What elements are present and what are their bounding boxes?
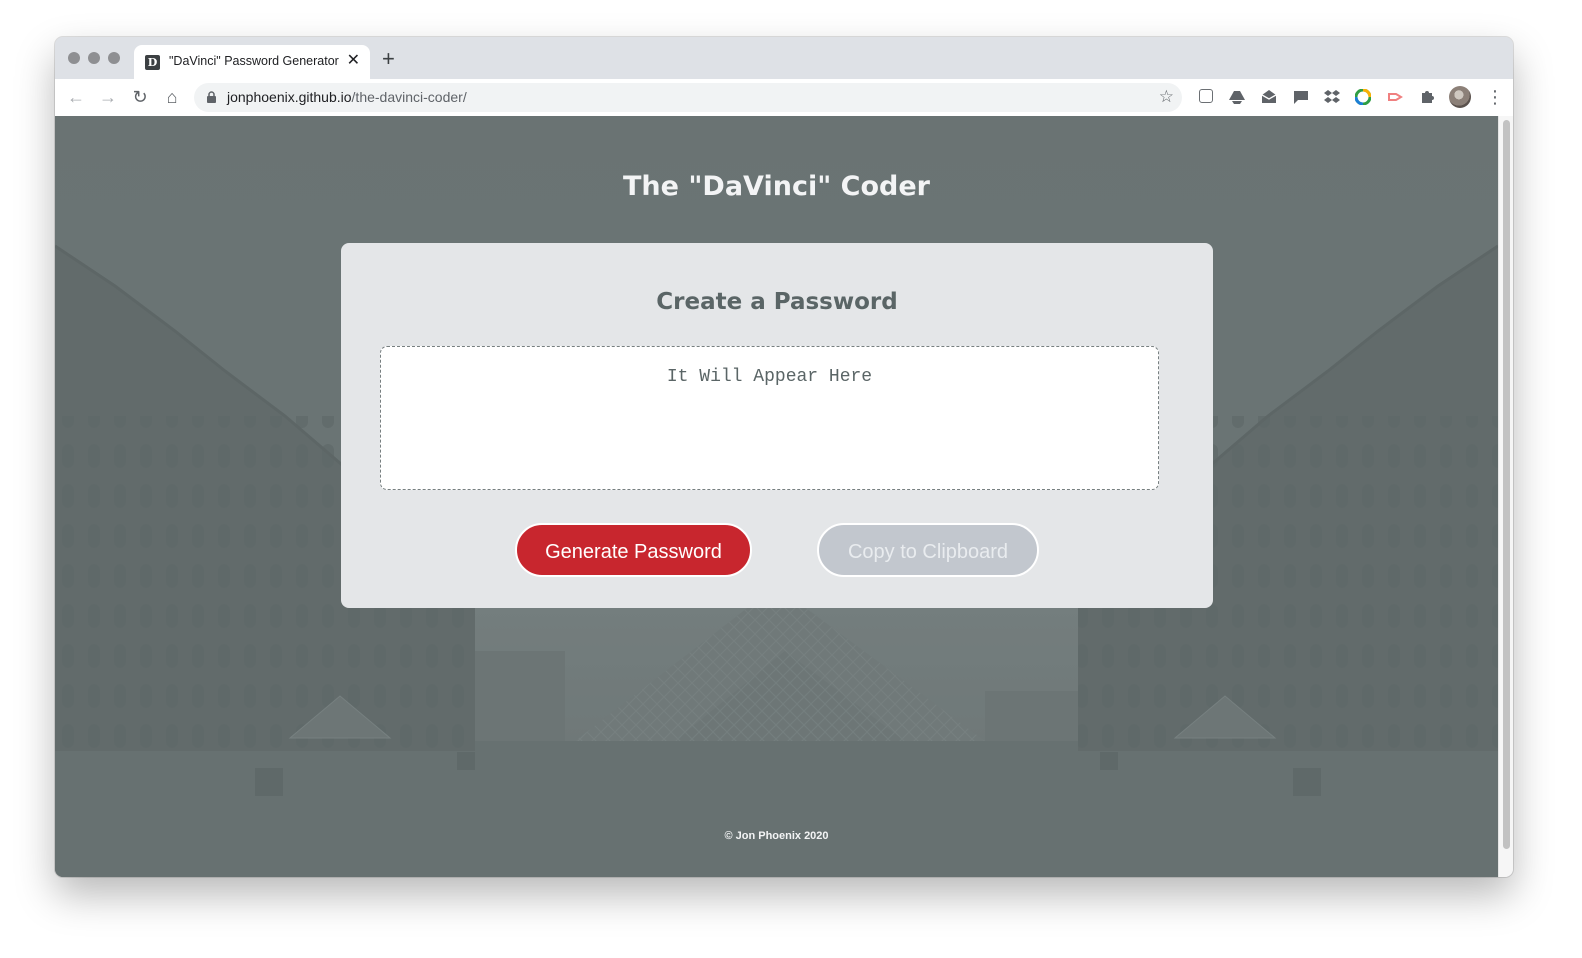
site-favicon-icon: D	[145, 55, 160, 70]
page-viewport: The "DaVinci" Coder Create a Password Ge…	[55, 116, 1498, 877]
bookmark-star-icon[interactable]: ☆	[1159, 87, 1174, 107]
generate-password-button[interactable]: Generate Password	[515, 523, 752, 577]
lock-icon	[207, 91, 216, 103]
reload-icon[interactable]: ↻	[130, 87, 150, 107]
address-bar[interactable]: jonphoenix.github.io/the-davinci-coder/ …	[194, 83, 1182, 112]
more-vertical-icon[interactable]: ⋮	[1486, 87, 1504, 107]
chat-extension-icon[interactable]	[1293, 89, 1309, 105]
close-window-button[interactable]	[68, 52, 80, 64]
browser-tab-active[interactable]: D "DaVinci" Password Generator ✕	[134, 45, 370, 79]
password-card: Create a Password Generate Password Copy…	[341, 243, 1213, 608]
google-drive-icon[interactable]	[1229, 89, 1245, 105]
color-extension-icon[interactable]	[1355, 89, 1371, 105]
forward-arrow-icon[interactable]: →	[98, 87, 118, 107]
url-host: jonphoenix.github.io	[227, 89, 352, 105]
browser-window: D "DaVinci" Password Generator ✕ + ← → ↻…	[55, 37, 1513, 877]
url-text: jonphoenix.github.io/the-davinci-coder/	[227, 89, 467, 105]
card-heading: Create a Password	[656, 289, 898, 315]
home-icon[interactable]: ⌂	[162, 87, 182, 107]
close-tab-icon[interactable]: ✕	[347, 52, 360, 70]
tab-title: "DaVinci" Password Generator	[169, 54, 339, 68]
dropbox-icon[interactable]	[1324, 89, 1340, 105]
copy-to-clipboard-button[interactable]: Copy to Clipboard	[817, 523, 1039, 577]
url-path: /the-davinci-coder/	[351, 89, 467, 105]
scrollbar-thumb[interactable]	[1503, 120, 1510, 849]
page-title: The "DaVinci" Coder	[623, 171, 930, 202]
extension-reader-icon[interactable]	[1199, 89, 1213, 103]
back-arrow-icon[interactable]: ←	[66, 87, 86, 107]
tab-strip: D "DaVinci" Password Generator ✕ +	[55, 37, 1513, 79]
profile-avatar[interactable]	[1449, 86, 1471, 108]
mail-extension-icon[interactable]	[1261, 89, 1277, 105]
browser-toolbar: ← → ↻ ⌂ jonphoenix.github.io/the-davinci…	[55, 79, 1513, 117]
record-extension-icon[interactable]	[1387, 89, 1403, 105]
maximize-window-button[interactable]	[108, 52, 120, 64]
puzzle-extensions-icon[interactable]	[1419, 89, 1435, 105]
page-scrollbar[interactable]	[1498, 116, 1513, 877]
new-tab-button[interactable]: +	[382, 48, 395, 70]
footer-copyright: © Jon Phoenix 2020	[724, 830, 829, 842]
minimize-window-button[interactable]	[88, 52, 100, 64]
password-output-textarea[interactable]	[380, 346, 1159, 490]
